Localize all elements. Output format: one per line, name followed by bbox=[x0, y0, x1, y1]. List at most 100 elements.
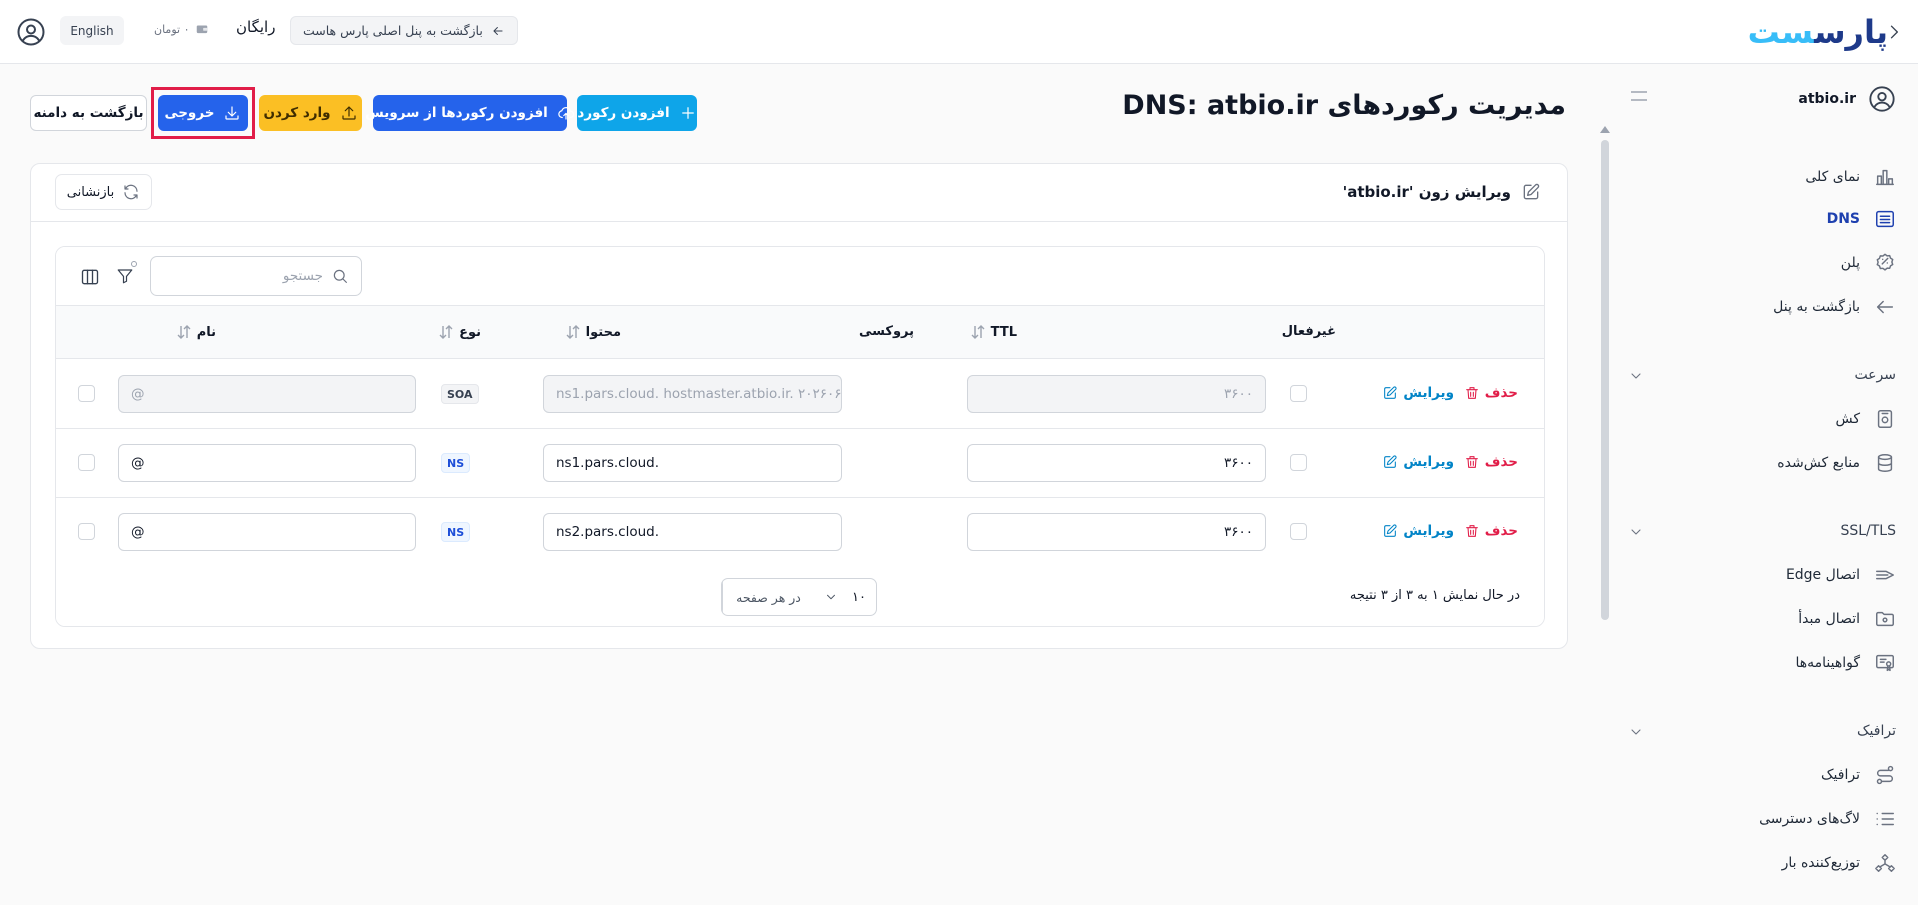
table-header-row: نام نوع محتوا پروکسی TTL غیرفعال bbox=[56, 306, 1544, 359]
content-scrollbar[interactable] bbox=[1601, 140, 1609, 620]
sort-icon bbox=[971, 324, 985, 340]
sidebar-item-overview[interactable]: نمای کلی bbox=[1628, 159, 1918, 195]
record-type-badge: NS bbox=[441, 453, 471, 473]
edit-pencil-icon bbox=[1521, 182, 1541, 202]
sidebar: atbio.ir نمای کلی DNS پلن بازگشت به پنل … bbox=[1628, 65, 1918, 905]
trash-icon bbox=[1464, 454, 1480, 470]
add-records-from-service-button[interactable]: افزودن رکوردها از سرویس bbox=[365, 95, 574, 131]
search-input[interactable] bbox=[163, 268, 323, 284]
reset-button[interactable]: بازنشانی bbox=[55, 174, 152, 210]
cloud-upload-icon bbox=[557, 104, 575, 122]
sidebar-item-certificates[interactable]: گواهینامه‌ها bbox=[1628, 645, 1918, 681]
table-row: @ NS ns2.pars.cloud. ۳۶۰۰ ویرایش حذف bbox=[56, 498, 1544, 567]
sidebar-domain-name: atbio.ir bbox=[1798, 91, 1856, 107]
per-page-select[interactable]: ۱۰ در هر صفحه bbox=[721, 578, 877, 616]
row-select-checkbox[interactable] bbox=[78, 523, 95, 540]
edge-icon bbox=[1874, 564, 1896, 586]
edit-record-button[interactable]: ویرایش bbox=[1382, 385, 1454, 401]
sidebar-item-dns[interactable]: DNS bbox=[1628, 201, 1918, 237]
record-name-field[interactable]: @ bbox=[118, 444, 416, 482]
record-type-badge: NS bbox=[441, 522, 471, 542]
zone-title: ویرایش زون 'atbio.ir' bbox=[1343, 182, 1541, 202]
row-select-checkbox[interactable] bbox=[78, 454, 95, 471]
record-content-field[interactable]: ns1.pars.cloud. bbox=[543, 444, 842, 482]
back-to-main-panel-button[interactable]: بازگشت به پنل اصلی پارس هاست bbox=[290, 16, 518, 45]
column-header-name[interactable]: نام bbox=[177, 324, 216, 340]
sidebar-item-cached-resources[interactable]: منابع کش‌شده bbox=[1628, 445, 1918, 481]
row-select-checkbox[interactable] bbox=[78, 385, 95, 402]
route-icon bbox=[1874, 764, 1896, 786]
filter-icon[interactable] bbox=[116, 267, 134, 285]
record-name-field[interactable]: @ bbox=[118, 513, 416, 551]
record-disabled-checkbox[interactable] bbox=[1290, 454, 1307, 471]
wallet-icon bbox=[195, 22, 209, 36]
edit-icon bbox=[1382, 523, 1398, 539]
sidebar-item-cache[interactable]: کش bbox=[1628, 401, 1918, 437]
sidebar-section-ssl[interactable]: SSL/TLS bbox=[1628, 516, 1918, 546]
chevron-down-icon bbox=[1628, 368, 1644, 384]
sidebar-item-origin-connection[interactable]: اتصال مبدأ bbox=[1628, 601, 1918, 637]
record-ttl-field[interactable]: ۳۶۰۰ bbox=[967, 375, 1266, 413]
record-disabled-checkbox[interactable] bbox=[1290, 523, 1307, 540]
sidebar-item-traffic[interactable]: ترافیک bbox=[1628, 757, 1918, 793]
delete-record-button[interactable]: حذف bbox=[1464, 454, 1518, 470]
user-account-icon[interactable] bbox=[16, 17, 46, 47]
zone-card-header: ویرایش زون 'atbio.ir' بازنشانی bbox=[31, 164, 1567, 222]
wallet-balance[interactable]: ۰ تومان bbox=[148, 18, 215, 40]
per-page-value[interactable]: ۱۰ bbox=[814, 579, 876, 615]
record-content-field[interactable]: ns2.pars.cloud. bbox=[543, 513, 842, 551]
scroll-up-arrow[interactable] bbox=[1600, 126, 1610, 133]
delete-record-button[interactable]: حذف bbox=[1464, 385, 1518, 401]
page-title: مدیریت رکوردهای DNS: atbio.ir bbox=[1122, 90, 1566, 121]
record-disabled-checkbox[interactable] bbox=[1290, 385, 1307, 402]
sort-icon bbox=[177, 324, 191, 340]
sidebar-item-load-balancer[interactable]: توزیع‌کننده بار bbox=[1628, 845, 1918, 881]
sidebar-section-traffic[interactable]: ترافیک bbox=[1628, 716, 1918, 746]
record-ttl-field[interactable]: ۳۶۰۰ bbox=[967, 513, 1266, 551]
dns-list-icon bbox=[1874, 208, 1896, 230]
parshost-logo[interactable]: پارسست bbox=[1748, 10, 1889, 54]
record-content-field[interactable]: ns1.pars.cloud. hostmaster.atbio.ir. ۲۰۲… bbox=[543, 375, 842, 413]
delete-record-button[interactable]: حذف bbox=[1464, 523, 1518, 539]
records-table: نام نوع محتوا پروکسی TTL غیرفعال @ SOA bbox=[55, 246, 1545, 627]
sidebar-item-back-to-panel[interactable]: بازگشت به پنل bbox=[1628, 289, 1918, 325]
column-header-content[interactable]: محتوا bbox=[566, 324, 621, 340]
chevron-down-icon bbox=[1628, 724, 1644, 740]
record-type-badge: SOA bbox=[441, 384, 479, 404]
search-input-wrapper[interactable] bbox=[150, 256, 362, 296]
filter-indicator-dot bbox=[131, 261, 137, 267]
record-ttl-field[interactable]: ۳۶۰۰ bbox=[967, 444, 1266, 482]
sidebar-section-speed[interactable]: سرعت bbox=[1628, 360, 1918, 390]
add-record-button[interactable]: افزودن رکورد bbox=[577, 95, 697, 131]
plan-label: رایگان bbox=[236, 18, 276, 36]
top-bar: پارسست بازگشت به پنل اصلی پارس هاست رایگ… bbox=[0, 0, 1918, 64]
edit-record-button[interactable]: ویرایش bbox=[1382, 454, 1454, 470]
export-button[interactable]: خروجی bbox=[158, 95, 248, 131]
columns-icon[interactable] bbox=[80, 267, 100, 287]
menu-toggle-icon[interactable] bbox=[1630, 89, 1648, 103]
edit-icon bbox=[1382, 385, 1398, 401]
import-button[interactable]: وارد کردن bbox=[259, 95, 362, 131]
balance-text: ۰ تومان bbox=[154, 22, 190, 36]
sidebar-item-edge-connection[interactable]: اتصال Edge bbox=[1628, 557, 1918, 593]
sidebar-item-access-logs[interactable]: لاگ‌های دسترسی bbox=[1628, 801, 1918, 837]
origin-folder-icon bbox=[1874, 608, 1896, 630]
trash-icon bbox=[1464, 385, 1480, 401]
edit-record-button[interactable]: ویرایش bbox=[1382, 523, 1454, 539]
table-footer: در حال نمایش ۱ به ۳ از ۳ نتیجه ۱۰ در هر … bbox=[56, 566, 1544, 626]
language-button[interactable]: English bbox=[60, 16, 124, 45]
record-name-field[interactable]: @ bbox=[118, 375, 416, 413]
arrow-left-icon bbox=[491, 24, 505, 38]
back-to-domain-button[interactable]: بازگشت به دامنه bbox=[30, 95, 147, 131]
zone-card: ویرایش زون 'atbio.ir' بازنشانی نام نوع bbox=[30, 163, 1568, 649]
sidebar-item-plan[interactable]: پلن bbox=[1628, 245, 1918, 281]
sidebar-domain[interactable]: atbio.ir bbox=[1798, 85, 1896, 113]
pagination-summary: در حال نمایش ۱ به ۳ از ۳ نتیجه bbox=[1349, 588, 1520, 603]
load-balancer-icon bbox=[1874, 852, 1896, 874]
trash-icon bbox=[1464, 523, 1480, 539]
cache-icon bbox=[1874, 408, 1896, 430]
column-header-type[interactable]: نوع bbox=[439, 324, 481, 340]
column-header-ttl[interactable]: TTL bbox=[971, 324, 1017, 340]
table-toolbar bbox=[56, 247, 1544, 306]
table-row: @ SOA ns1.pars.cloud. hostmaster.atbio.i… bbox=[56, 360, 1544, 429]
